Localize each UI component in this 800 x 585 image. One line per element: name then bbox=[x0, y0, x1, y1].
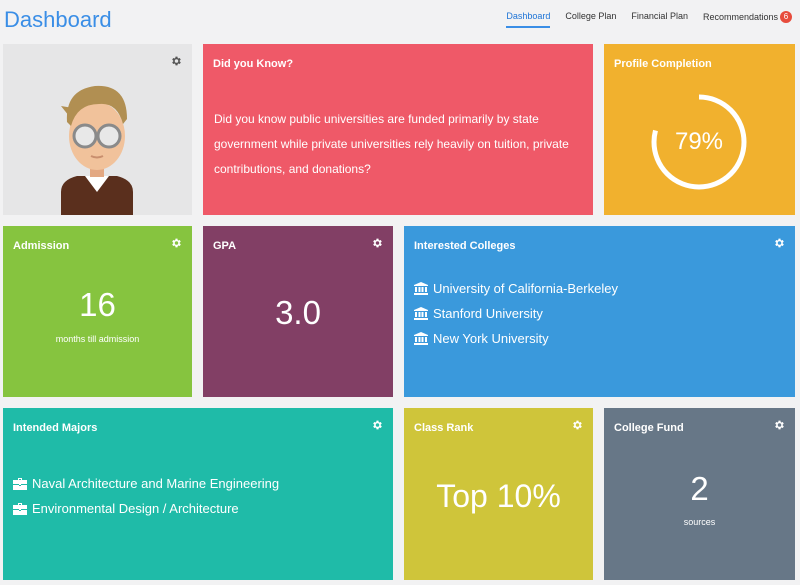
profile-completion-title: Profile Completion bbox=[614, 58, 712, 70]
nav-financial-plan[interactable]: Financial Plan bbox=[631, 11, 688, 28]
major-name: Naval Architecture and Marine Engineerin… bbox=[32, 476, 280, 491]
nav-financial-plan-label: Financial Plan bbox=[631, 11, 688, 21]
list-item[interactable]: New York University bbox=[414, 326, 618, 351]
recommendations-count-badge: 6 bbox=[780, 11, 792, 23]
admission-tile: Admission 16 months till admission bbox=[3, 226, 192, 397]
list-item[interactable]: Environmental Design / Architecture bbox=[13, 496, 279, 521]
college-fund-title: College Fund bbox=[614, 422, 684, 434]
nav-recommendations[interactable]: Recommendations 6 bbox=[703, 11, 792, 28]
institution-icon bbox=[414, 332, 428, 345]
gear-icon[interactable] bbox=[773, 237, 785, 249]
intended-majors-tile: Intended Majors Naval Architecture and M… bbox=[3, 408, 393, 580]
college-name: New York University bbox=[433, 331, 549, 346]
college-list: University of California-Berkeley Stanfo… bbox=[414, 276, 618, 351]
gear-icon[interactable] bbox=[371, 419, 383, 431]
gpa-tile: GPA 3.0 bbox=[203, 226, 393, 397]
page-title: Dashboard bbox=[4, 7, 112, 32]
majors-list: Naval Architecture and Marine Engineerin… bbox=[13, 471, 279, 521]
avatar-tile bbox=[3, 44, 192, 215]
list-item[interactable]: Naval Architecture and Marine Engineerin… bbox=[13, 471, 279, 496]
did-you-know-text: Did you know public universities are fun… bbox=[214, 112, 569, 176]
gear-icon[interactable] bbox=[571, 419, 583, 431]
interested-colleges-title: Interested Colleges bbox=[414, 240, 516, 252]
header: Dashboard Dashboard College Plan Financi… bbox=[0, 0, 800, 40]
profile-completion-tile: Profile Completion 79% bbox=[604, 44, 795, 215]
top-nav: Dashboard College Plan Financial Plan Re… bbox=[506, 11, 792, 28]
briefcase-icon bbox=[13, 502, 27, 515]
list-item[interactable]: Stanford University bbox=[414, 301, 618, 326]
institution-icon bbox=[414, 307, 428, 320]
class-rank-tile: Class Rank Top 10% bbox=[404, 408, 593, 580]
avatar bbox=[61, 85, 133, 215]
admission-title: Admission bbox=[13, 240, 70, 252]
profile-completion-percent: 79% bbox=[674, 128, 724, 155]
college-fund-value: 2 bbox=[690, 470, 709, 507]
class-rank-value: Top 10% bbox=[436, 478, 561, 514]
gear-icon[interactable] bbox=[170, 55, 182, 67]
institution-icon bbox=[414, 282, 428, 295]
briefcase-icon bbox=[13, 477, 27, 490]
nav-college-plan-label: College Plan bbox=[565, 11, 617, 21]
gear-icon[interactable] bbox=[170, 237, 182, 249]
intended-majors-title: Intended Majors bbox=[13, 422, 98, 434]
class-rank-title: Class Rank bbox=[414, 422, 474, 434]
interested-colleges-tile: Interested Colleges University of Califo… bbox=[404, 226, 795, 397]
nav-dashboard[interactable]: Dashboard bbox=[506, 11, 551, 28]
did-you-know-tile: Did you Know? Did you know public univer… bbox=[203, 44, 593, 215]
nav-dashboard-label: Dashboard bbox=[506, 11, 551, 21]
admission-subtitle: months till admission bbox=[55, 334, 140, 344]
college-name: University of California-Berkeley bbox=[433, 281, 618, 296]
college-name: Stanford University bbox=[433, 306, 543, 321]
college-fund-subtitle: sources bbox=[683, 517, 716, 527]
nav-recommendations-label: Recommendations bbox=[702, 12, 778, 22]
college-fund-tile: College Fund 2 sources bbox=[604, 408, 795, 580]
major-name: Environmental Design / Architecture bbox=[32, 501, 239, 516]
did-you-know-title: Did you Know? bbox=[213, 58, 294, 70]
gear-icon[interactable] bbox=[371, 237, 383, 249]
gpa-value: 3.0 bbox=[275, 294, 321, 331]
list-item[interactable]: University of California-Berkeley bbox=[414, 276, 618, 301]
admission-months-value: 16 bbox=[79, 286, 116, 323]
gpa-title: GPA bbox=[213, 240, 237, 252]
nav-college-plan[interactable]: College Plan bbox=[565, 11, 616, 28]
gear-icon[interactable] bbox=[773, 419, 785, 431]
